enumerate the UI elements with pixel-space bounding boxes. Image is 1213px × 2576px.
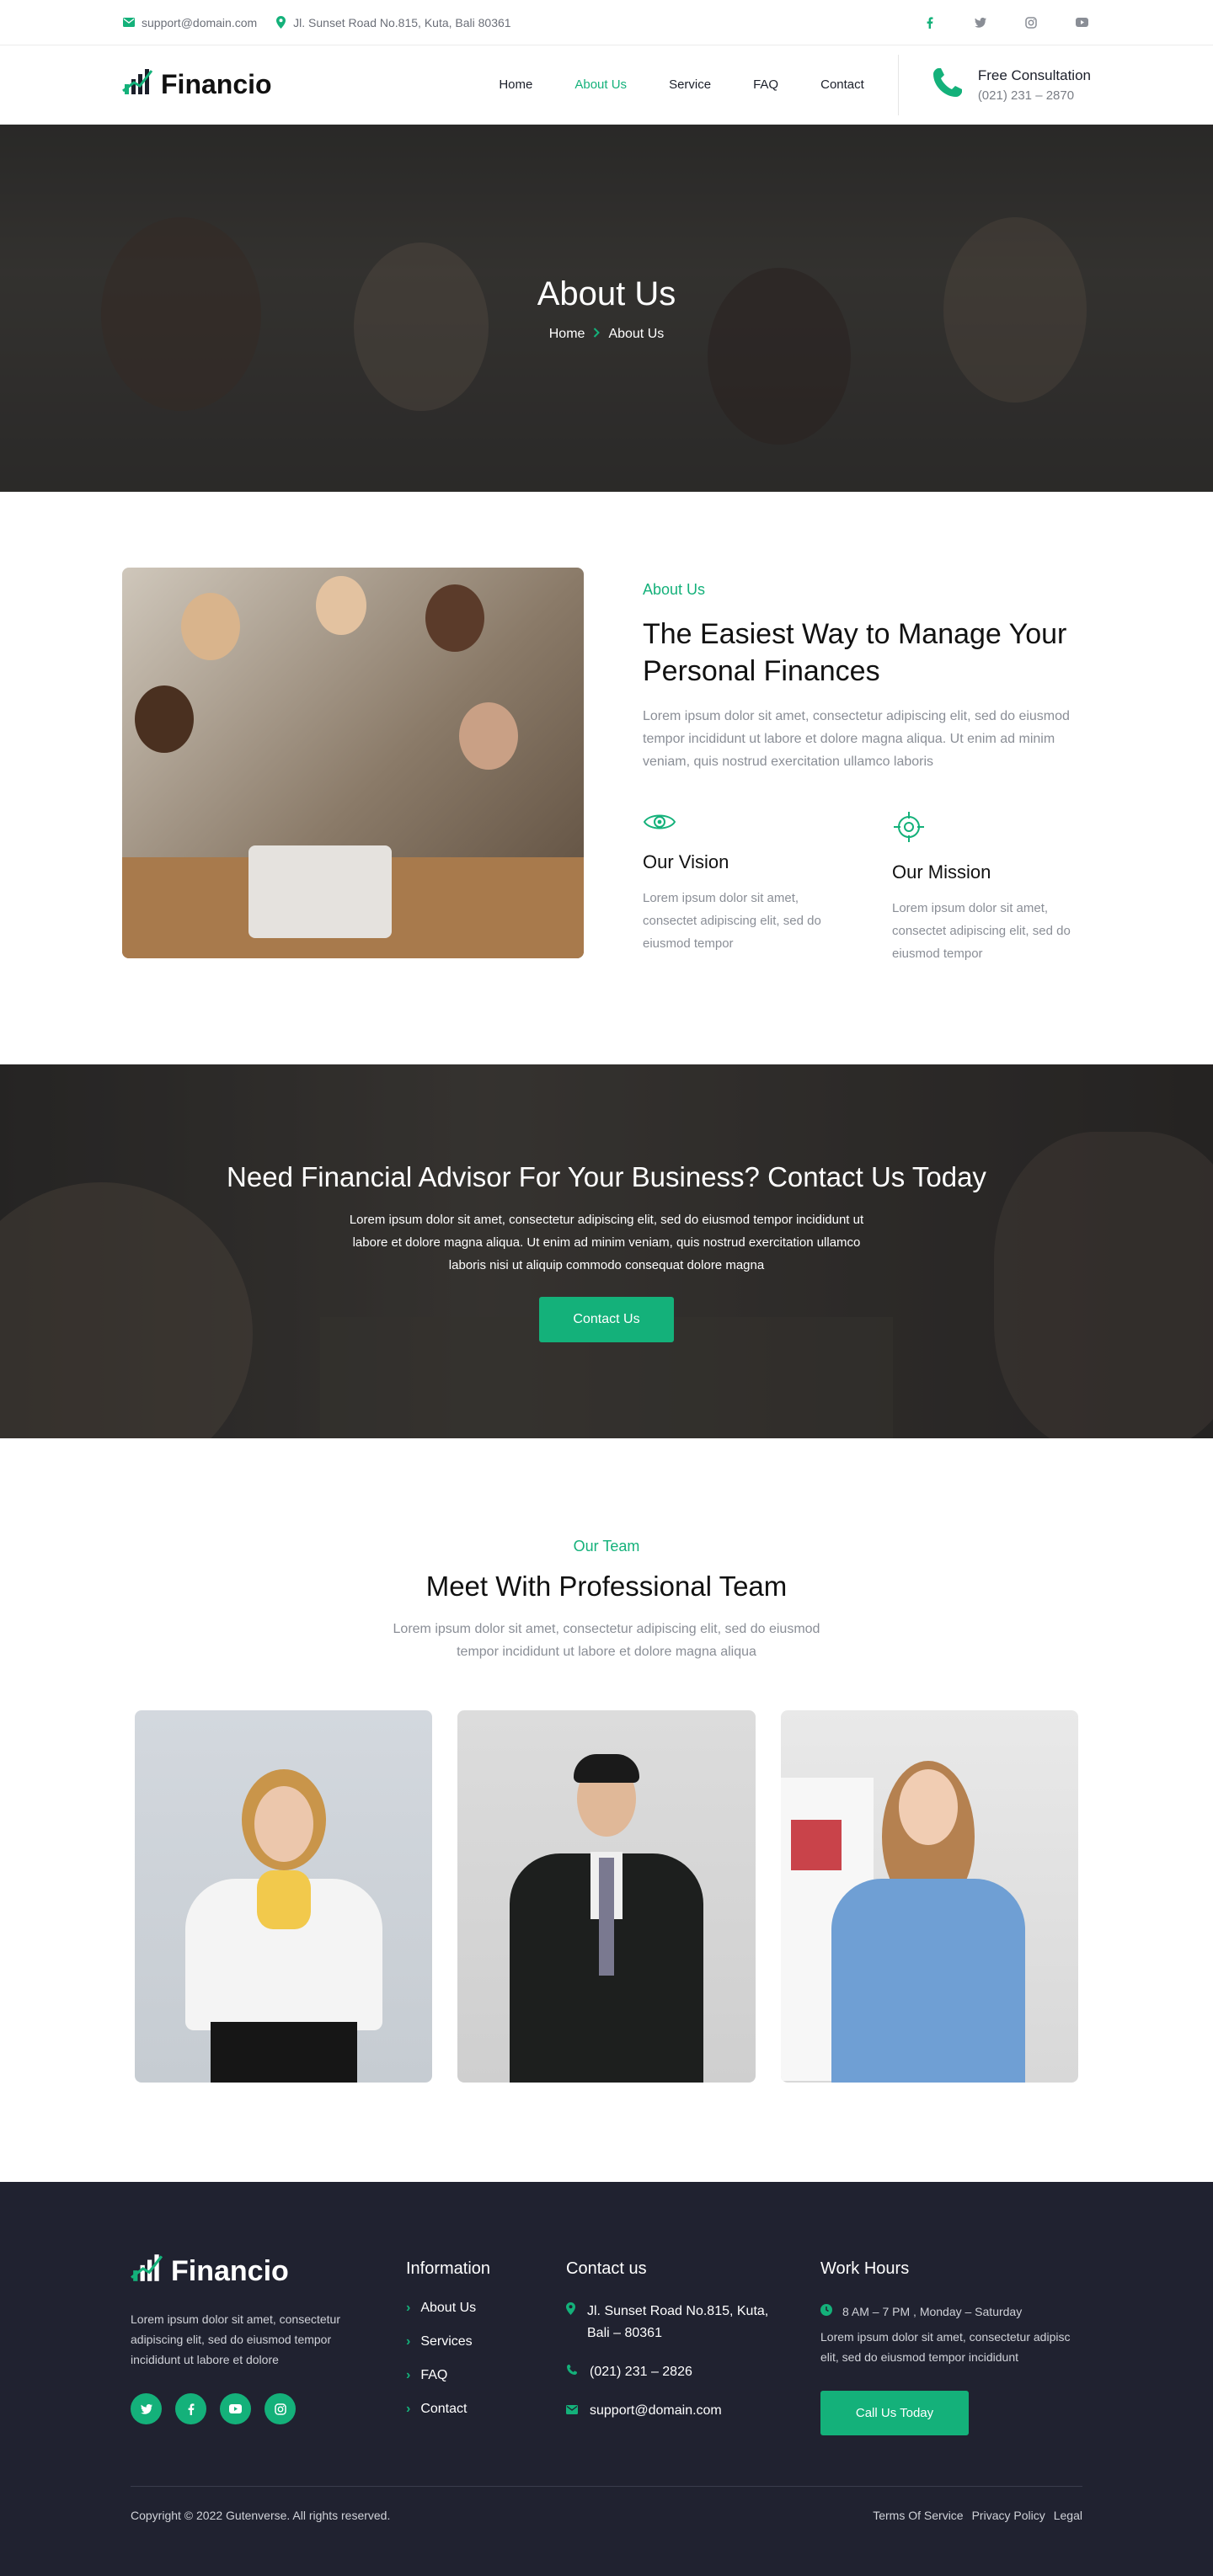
chevron-right-icon: › (406, 2402, 411, 2417)
free-consultation[interactable]: Free Consultation (021) 231 – 2870 (931, 66, 1091, 104)
legal-link[interactable]: Legal (1054, 2509, 1082, 2522)
nav-item-service[interactable]: Service (669, 77, 711, 92)
footer-link-services[interactable]: › Services (406, 2334, 566, 2349)
contact-us-button[interactable]: Contact Us (539, 1296, 674, 1342)
work-hours-text: 8 AM – 7 PM , Monday – Saturday (842, 2304, 1023, 2318)
breadcrumb-home[interactable]: Home (549, 327, 585, 342)
page-title: About Us (537, 275, 676, 312)
terms-link[interactable]: Terms Of Service (873, 2509, 963, 2522)
about-section: About Us The Easiest Way to Manage Your … (0, 492, 1213, 1064)
map-pin-icon (566, 2301, 575, 2344)
footer-logo[interactable]: Financio (131, 2251, 406, 2292)
footer-contact-title: Contact us (566, 2259, 647, 2279)
team-eyebrow: Our Team (573, 1538, 640, 1555)
team-member-photo[interactable] (780, 1710, 1078, 2083)
about-text: Lorem ipsum dolor sit amet, consectetur … (643, 709, 1070, 770)
twitter-icon[interactable] (974, 16, 987, 29)
about-eyebrow: About Us (643, 581, 706, 598)
work-hours-description: Lorem ipsum dolor sit amet, consectetur … (820, 2330, 1071, 2365)
topbar-email-text: support@domain.com (142, 15, 258, 29)
mail-icon (122, 16, 136, 29)
footer-link-label: Services (420, 2334, 473, 2349)
nav-item-about-us[interactable]: About Us (574, 77, 627, 92)
twitter-icon[interactable] (131, 2393, 162, 2425)
footer-hours-title: Work Hours (820, 2259, 910, 2279)
consult-phone: (021) 231 – 2870 (977, 88, 1075, 103)
footer-link-label: Contact (420, 2402, 468, 2417)
youtube-icon[interactable] (1075, 16, 1088, 29)
nav-item-home[interactable]: Home (499, 77, 532, 92)
youtube-icon[interactable] (220, 2393, 251, 2425)
vision-title: Our Vision (643, 851, 729, 873)
work-hours: 8 AM – 7 PM , Monday – Saturday (820, 2304, 1082, 2318)
main-nav: Financio Home About Us Service FAQ Conta… (0, 45, 1213, 125)
consult-title: Free Consultation (977, 67, 1091, 83)
phone-icon (931, 66, 965, 104)
footer-link-contact[interactable]: › Contact (406, 2402, 566, 2417)
map-pin-icon (274, 16, 287, 29)
instagram-icon[interactable] (265, 2393, 296, 2425)
team-heading: Meet With Professional Team (425, 1571, 788, 1603)
footer-link-label: FAQ (420, 2368, 448, 2383)
footer-phone[interactable]: (021) 231 – 2826 (566, 2361, 820, 2383)
vision-text: Lorem ipsum dolor sit amet, consectet ad… (643, 891, 821, 952)
chevron-right-icon: › (406, 2368, 411, 2383)
footer-logo-text: Financio (171, 2255, 289, 2288)
cta-text: Lorem ipsum dolor sit amet, consectetur … (349, 1212, 864, 1272)
cta-section: Need Financial Advisor For Your Business… (0, 1064, 1213, 1439)
call-us-today-button[interactable]: Call Us Today (820, 2391, 969, 2436)
footer-address-text: Jl. Sunset Road No.815, Kuta, Bali – 803… (587, 2304, 769, 2341)
about-team-photo (122, 568, 584, 958)
team-section: Our Team Meet With Professional Team Lor… (0, 1438, 1213, 2182)
mission-text: Lorem ipsum dolor sit amet, consectet ad… (892, 901, 1071, 962)
cta-heading: Need Financial Advisor For Your Business… (227, 1160, 986, 1192)
team-member-photo[interactable] (135, 1710, 433, 2083)
mission-title: Our Mission (892, 861, 991, 883)
mail-icon (566, 2400, 578, 2422)
chevron-right-icon (593, 327, 601, 342)
footer-link-label: About Us (420, 2301, 477, 2316)
nav-divider (897, 54, 899, 115)
target-icon (892, 812, 926, 847)
footer-email[interactable]: support@domain.com (566, 2400, 820, 2422)
topbar-address: Jl. Sunset Road No.815, Kuta, Bali 80361 (274, 15, 511, 29)
team-member-photo[interactable] (457, 1710, 756, 2083)
footer-about-text: Lorem ipsum dolor sit amet, consectetur … (131, 2312, 340, 2367)
mission-block: Our Mission Lorem ipsum dolor sit amet, … (892, 810, 1082, 965)
logo-icon (131, 2251, 164, 2292)
breadcrumb-current: About Us (608, 326, 665, 341)
breadcrumb: Home About Us (549, 327, 665, 342)
site-footer: Financio Lorem ipsum dolor sit amet, con… (0, 2182, 1213, 2576)
topbar-email[interactable]: support@domain.com (122, 16, 257, 29)
eye-icon (643, 814, 676, 837)
top-bar: support@domain.com Jl. Sunset Road No.81… (0, 0, 1213, 45)
footer-email-text: support@domain.com (590, 2403, 722, 2419)
instagram-icon[interactable] (1024, 16, 1038, 29)
facebook-icon[interactable] (175, 2393, 206, 2425)
logo-text: Financio (161, 69, 272, 99)
clock-icon (820, 2304, 832, 2318)
about-heading: The Easiest Way to Manage Your Personal … (643, 618, 1067, 688)
logo-icon (122, 66, 154, 104)
phone-icon (566, 2361, 578, 2383)
footer-phone-text: (021) 231 – 2826 (590, 2365, 692, 2380)
nav-item-faq[interactable]: FAQ (753, 77, 778, 92)
copyright-text: Copyright © 2022 Gutenverse. All rights … (131, 2509, 391, 2523)
footer-address: Jl. Sunset Road No.815, Kuta, Bali – 803… (566, 2301, 820, 2344)
nav-menu: Home About Us Service FAQ Contact (499, 77, 863, 92)
footer-link-faq[interactable]: › FAQ (406, 2368, 566, 2383)
chevron-right-icon: › (406, 2334, 411, 2349)
page-hero: About Us Home About Us (0, 125, 1213, 492)
chevron-right-icon: › (406, 2301, 411, 2316)
footer-link-about-us[interactable]: › About Us (406, 2301, 566, 2316)
team-text: Lorem ipsum dolor sit amet, consectetur … (393, 1622, 820, 1660)
footer-info-title: Information (406, 2259, 491, 2279)
vision-block: Our Vision Lorem ipsum dolor sit amet, c… (643, 810, 833, 965)
nav-item-contact[interactable]: Contact (820, 77, 864, 92)
footer-socials (131, 2393, 406, 2425)
facebook-icon[interactable] (923, 16, 937, 29)
privacy-link[interactable]: Privacy Policy (972, 2509, 1045, 2522)
site-logo[interactable]: Financio (122, 66, 272, 104)
topbar-address-text: Jl. Sunset Road No.815, Kuta, Bali 80361 (293, 15, 511, 29)
